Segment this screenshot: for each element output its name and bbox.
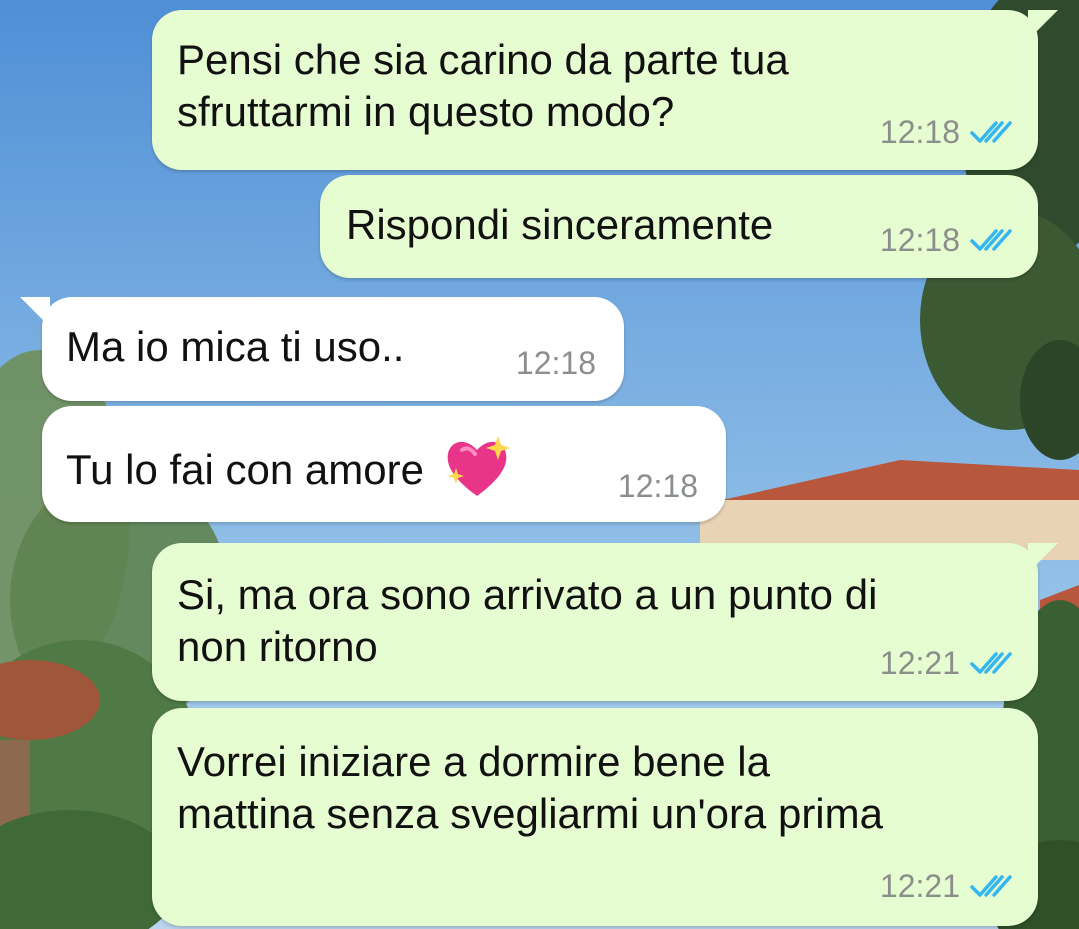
message-line: Pensi che sia carino da parte tua bbox=[177, 36, 789, 83]
message-text: Ma io mica ti uso.. bbox=[66, 321, 404, 373]
message-text: Tu lo fai con amore bbox=[66, 434, 512, 500]
sparkling-heart-icon bbox=[447, 436, 510, 496]
message-timestamp: 12:18 bbox=[617, 468, 698, 504]
double-check-icon bbox=[970, 652, 1012, 674]
message-line: non ritorno bbox=[177, 623, 378, 670]
message-meta: 12:18 bbox=[618, 468, 698, 504]
message-timestamp: 12:21 bbox=[879, 868, 960, 904]
bubble-tail bbox=[1028, 10, 1058, 40]
message-meta: 12:18 bbox=[516, 345, 596, 381]
message-bubble-outgoing[interactable]: Pensi che sia carino da parte tua sfrutt… bbox=[152, 10, 1058, 170]
message-timestamp: 12:21 bbox=[879, 645, 960, 681]
message-meta: 12:21 bbox=[880, 645, 1016, 681]
message-line: Tu lo fai con amore bbox=[66, 446, 424, 493]
message-timestamp: 12:18 bbox=[515, 345, 596, 381]
double-check-icon bbox=[970, 875, 1012, 897]
message-timestamp: 12:18 bbox=[879, 222, 960, 258]
message-text: Pensi che sia carino da parte tua sfrutt… bbox=[177, 34, 789, 138]
message-bubble-incoming[interactable]: Tu lo fai con amore 12:18 bbox=[42, 406, 726, 522]
message-text: Rispondi sinceramente bbox=[346, 199, 773, 251]
message-line: Ma io mica ti uso.. bbox=[66, 323, 405, 370]
bubble-tail bbox=[20, 297, 50, 327]
message-bubble-outgoing[interactable]: Si, ma ora sono arrivato a un punto di n… bbox=[152, 543, 1058, 701]
message-meta: 12:21 bbox=[880, 868, 1016, 904]
message-line: Si, ma ora sono arrivato a un punto di bbox=[177, 571, 878, 618]
message-line: Rispondi sinceramente bbox=[346, 201, 774, 248]
message-line: mattina senza svegliarmi un'ora prima bbox=[177, 790, 883, 837]
message-meta: 12:18 bbox=[880, 222, 1016, 258]
message-bubble-incoming[interactable]: Ma io mica ti uso.. 12:18 bbox=[20, 297, 624, 401]
message-bubble-outgoing[interactable]: Rispondi sinceramente 12:18 bbox=[320, 175, 1038, 278]
message-text: Si, ma ora sono arrivato a un punto di n… bbox=[177, 569, 877, 673]
double-check-icon bbox=[970, 121, 1012, 143]
double-check-icon bbox=[970, 229, 1012, 251]
message-line: sfruttarmi in questo modo? bbox=[177, 88, 675, 135]
message-timestamp: 12:18 bbox=[879, 114, 960, 150]
bubble-tail bbox=[1028, 543, 1058, 573]
message-line: Vorrei iniziare a dormire bene la bbox=[177, 738, 770, 785]
message-bubble-outgoing[interactable]: Vorrei iniziare a dormire bene la mattin… bbox=[152, 708, 1038, 926]
message-text: Vorrei iniziare a dormire bene la mattin… bbox=[177, 736, 883, 840]
message-meta: 12:18 bbox=[880, 114, 1016, 150]
